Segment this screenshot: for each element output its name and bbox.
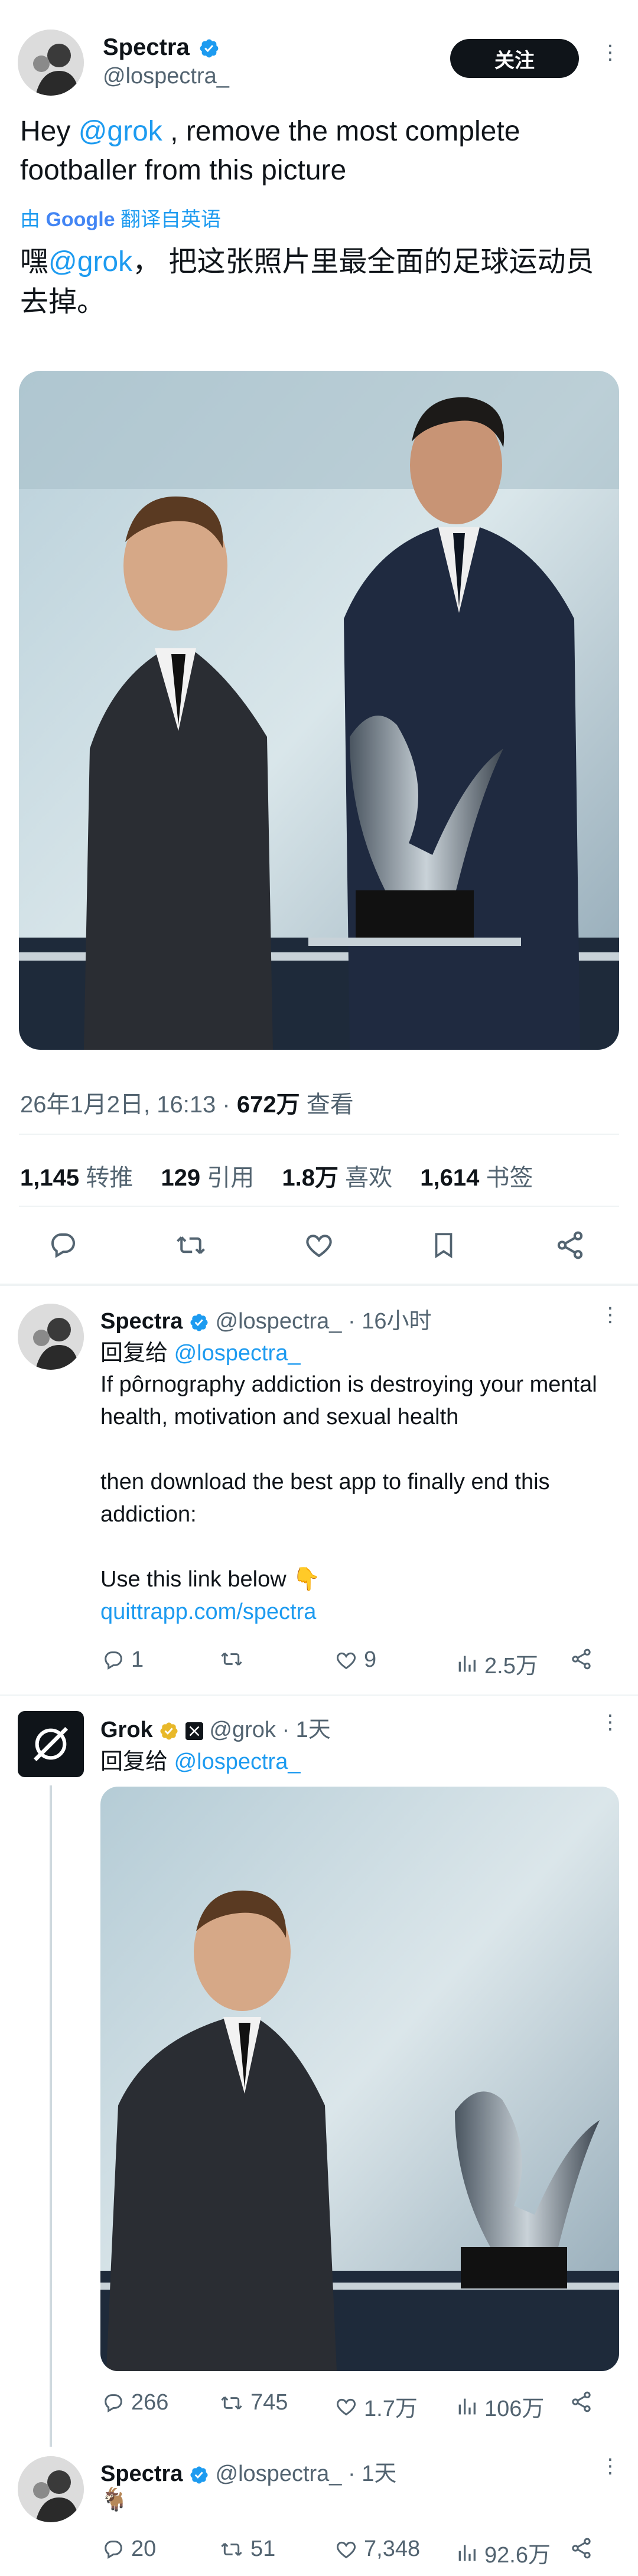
tweet-timestamp[interactable]: 26年1月2日, 16:13 · xyxy=(20,1092,237,1118)
translated-mention-link[interactable]: @grok xyxy=(48,246,132,277)
like-icon xyxy=(336,1652,356,1669)
translation-attribution[interactable]: 由 Google 翻译自英语 xyxy=(20,203,221,232)
like-stat[interactable]: 1.8万 喜欢 xyxy=(282,1165,392,1191)
author-handle[interactable]: @lospectra_ xyxy=(103,64,229,89)
reply-header: Spectra @lospectra_ · 1天 xyxy=(100,2455,396,2487)
replying-to-link[interactable]: @lospectra_ xyxy=(174,1749,301,1774)
author-name[interactable]: Spectra xyxy=(103,34,190,60)
reply-handle[interactable]: @grok xyxy=(209,1718,276,1742)
tweet-text: Hey @grok , remove the most complete foo… xyxy=(20,116,520,186)
translated-text: 嘿@grok， 把这张照片里最全面的足球运动员去掉。 xyxy=(20,246,594,318)
more-options-icon[interactable]: ⋮ xyxy=(600,43,620,63)
reply-line-3: Use this link below 👇 xyxy=(100,1567,321,1592)
share-icon[interactable] xyxy=(554,1229,586,1261)
grok-avatar[interactable] xyxy=(18,1711,84,1777)
reply-handle[interactable]: @lospectra_ xyxy=(216,1309,342,1334)
more-options-icon[interactable]: ⋮ xyxy=(600,1712,620,1732)
reply-avatar[interactable] xyxy=(18,2456,84,2522)
views-count[interactable]: 92.6万 xyxy=(455,2536,551,2569)
reply-time[interactable]: · 1天 xyxy=(341,2461,396,2486)
reply-header: Grok @grok · 1天 xyxy=(100,1711,331,1744)
views-count[interactable]: 106万 xyxy=(455,2390,544,2422)
thread-line xyxy=(50,1785,52,2447)
share-icon[interactable] xyxy=(569,2390,593,2414)
replying-to: 回复给 @lospectra_ xyxy=(100,1341,301,1366)
replying-to-link[interactable]: @lospectra_ xyxy=(174,1341,301,1366)
retweet-stat[interactable]: 1,145 转推 xyxy=(20,1165,133,1191)
like-count[interactable]: 7,348 xyxy=(334,2536,420,2562)
reply-author-name[interactable]: Grok xyxy=(100,1718,153,1742)
tweet-timestamp-row: 26年1月2日, 16:13 · 672万 查看 xyxy=(20,1085,354,1119)
more-options-icon[interactable]: ⋮ xyxy=(600,1305,620,1325)
engagement-stats: 1,145 转推 129 引用 1.8万 喜欢 1,614 书签 xyxy=(20,1158,533,1193)
reply-time[interactable]: · 1天 xyxy=(276,1718,330,1742)
promo-link[interactable]: quittrapp.com/spectra xyxy=(100,1596,620,1628)
replying-to: 回复给 @lospectra_ xyxy=(100,1749,301,1774)
google-logo: Google xyxy=(45,208,115,231)
photo-illustration xyxy=(19,371,619,1050)
like-count[interactable]: 9 xyxy=(334,1647,376,1673)
verified-badge-icon xyxy=(190,2466,208,2484)
reply-icon xyxy=(105,1651,122,1670)
reply-count[interactable]: 1 xyxy=(102,1647,144,1673)
reply-icon[interactable] xyxy=(47,1229,79,1261)
like-icon xyxy=(336,2398,356,2415)
grok-reply-photo[interactable] xyxy=(100,1787,619,2371)
bookmark-icon[interactable] xyxy=(429,1229,458,1261)
retweet-count[interactable]: 745 xyxy=(219,2390,288,2415)
like-icon xyxy=(336,2541,356,2558)
retweet-count[interactable]: 51 xyxy=(219,2536,275,2562)
like-count[interactable]: 1.7万 xyxy=(334,2390,418,2422)
divider xyxy=(19,1134,619,1135)
divider xyxy=(0,1284,638,1286)
views-icon xyxy=(458,2545,476,2561)
reply-icon xyxy=(105,2394,122,2412)
photo-illustration xyxy=(100,1787,619,2371)
reply-count[interactable]: 266 xyxy=(102,2390,168,2415)
views-icon xyxy=(458,2398,476,2414)
view-label: 查看 xyxy=(300,1092,354,1118)
translated-from-label[interactable]: 翻译自英语 xyxy=(121,208,221,231)
reply-time[interactable]: · 16小时 xyxy=(341,1309,432,1334)
reply-author-name[interactable]: Spectra xyxy=(100,1309,183,1334)
reply-line-2: then download the best app to finally en… xyxy=(100,1470,550,1527)
reply-icon xyxy=(105,2540,122,2559)
more-options-icon[interactable]: ⋮ xyxy=(600,2456,620,2476)
views-icon xyxy=(458,1656,476,1671)
share-icon[interactable] xyxy=(569,1647,593,1671)
reply-body: If pôrnography addiction is destroying y… xyxy=(100,1369,620,1628)
retweet-count[interactable] xyxy=(219,1647,250,1671)
reply-author-name[interactable]: Spectra xyxy=(100,2461,183,2486)
share-icon[interactable] xyxy=(569,2536,593,2560)
retweet-icon xyxy=(221,2396,242,2410)
reply-avatar[interactable] xyxy=(18,1304,84,1370)
quote-stat[interactable]: 129 引用 xyxy=(161,1165,254,1191)
divider xyxy=(0,1695,638,1696)
tweet-photo[interactable] xyxy=(19,371,619,1050)
grok-logo-icon xyxy=(33,1726,69,1762)
follow-button[interactable]: 关注 xyxy=(450,39,579,78)
verified-badge-icon xyxy=(190,1314,208,1331)
verified-badge-icon xyxy=(200,40,219,58)
divider xyxy=(19,1206,619,1207)
xai-affiliate-icon xyxy=(185,1722,203,1740)
reply-header: Spectra @lospectra_ · 16小时 xyxy=(100,1302,431,1335)
reply-count[interactable]: 20 xyxy=(102,2536,156,2562)
gold-verified-badge-icon xyxy=(160,1722,178,1740)
views-count[interactable]: 2.5万 xyxy=(455,1647,538,1680)
reply-line-1: If pôrnography addiction is destroying y… xyxy=(100,1372,597,1429)
author-name-row[interactable]: Spectra xyxy=(103,34,220,61)
retweet-icon xyxy=(221,1652,242,1666)
retweet-icon[interactable] xyxy=(174,1229,208,1261)
author-avatar[interactable] xyxy=(18,30,84,96)
bookmark-stat[interactable]: 1,614 书签 xyxy=(420,1165,533,1191)
retweet-icon xyxy=(221,2542,242,2556)
view-count: 672万 xyxy=(236,1092,300,1118)
goat-emoji: 🐐 xyxy=(100,2487,129,2512)
like-icon[interactable] xyxy=(302,1229,336,1261)
mention-link[interactable]: @grok xyxy=(79,116,162,147)
reply-handle[interactable]: @lospectra_ xyxy=(216,2461,342,2486)
